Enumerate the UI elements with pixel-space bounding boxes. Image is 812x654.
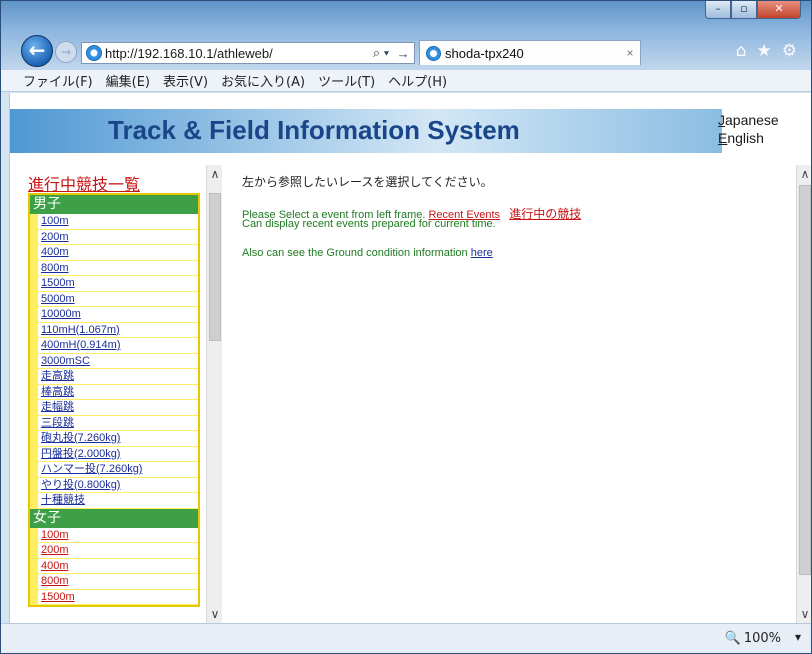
content-frame: 左から参照したいレースを選択してください。 Please Select a ev… <box>224 165 811 623</box>
tab-close-icon[interactable]: × <box>620 46 640 60</box>
maximize-button[interactable]: ▫ <box>731 1 757 19</box>
scroll-down-icon[interactable]: ∨ <box>207 607 223 621</box>
go-arrow-icon[interactable]: → <box>392 46 414 61</box>
men-event-link[interactable]: 走幅跳 <box>38 400 198 415</box>
men-event-link[interactable]: 1500m <box>38 276 198 291</box>
zoom-dropdown-icon[interactable]: ▾ <box>795 630 801 644</box>
page-viewport: Track & Field Information System Japanes… <box>9 93 811 623</box>
back-button[interactable]: ← <box>21 35 53 67</box>
tab-title: shoda-tpx240 <box>445 45 524 61</box>
men-event-link[interactable]: 十種競技 <box>38 493 198 508</box>
zoom-level[interactable]: 🔍 100% <box>725 631 781 646</box>
zoom-value: 100% <box>743 631 781 646</box>
address-url[interactable]: http://192.168.10.1/athleweb/ <box>105 46 370 61</box>
women-category-header: 女子 <box>30 508 198 528</box>
men-event-link[interactable]: 110mH(1.067m) <box>38 322 198 337</box>
menu-view[interactable]: 表示(V) <box>163 71 208 90</box>
women-event-link[interactable]: 400m <box>38 558 198 573</box>
men-event-link[interactable]: 5000m <box>38 291 198 306</box>
lang-japanese-link[interactable]: Japanese <box>718 111 779 129</box>
page-title: Track & Field Information System <box>108 115 520 145</box>
men-event-link[interactable]: 800m <box>38 260 198 275</box>
menu-favorites[interactable]: お気に入り(A) <box>221 71 305 90</box>
close-button[interactable]: ✕ <box>757 1 801 19</box>
lang-english-link[interactable]: English <box>718 129 779 147</box>
women-event-link[interactable]: 1500m <box>38 589 198 604</box>
women-event-link[interactable]: 100m <box>38 527 198 542</box>
event-list-frame: 進行中競技一覧 男子 100m 200m 400m 800m 1500m 500… <box>10 165 222 623</box>
scroll-down-icon[interactable]: ∨ <box>797 607 811 621</box>
men-event-link[interactable]: 砲丸投(7.260kg) <box>38 431 198 446</box>
browser-tools: ⌂ ★ ⚙ <box>736 41 797 61</box>
lang-english-rest: nglish <box>727 130 764 146</box>
menu-edit[interactable]: 編集(E) <box>106 71 150 90</box>
men-event-link[interactable]: 棒高跳 <box>38 384 198 399</box>
men-event-link[interactable]: 円盤投(2.000kg) <box>38 446 198 461</box>
scroll-up-icon[interactable]: ∧ <box>797 167 811 181</box>
in-progress-heading-link[interactable]: 進行中競技一覧 <box>28 171 140 195</box>
browser-tab[interactable]: shoda-tpx240 × <box>419 40 641 65</box>
select-race-prompt: 左から参照したいレースを選択してください。 <box>242 175 493 189</box>
favorites-star-icon[interactable]: ★ <box>757 41 772 61</box>
window-caption-buttons: – ▫ ✕ <box>705 1 801 19</box>
status-bar: 🔍 100% ▾ <box>1 623 811 653</box>
men-event-link[interactable]: 200m <box>38 229 198 244</box>
men-event-link[interactable]: 走高跳 <box>38 369 198 384</box>
ground-condition-text: Also can see the Ground condition inform… <box>242 247 468 259</box>
minimize-button[interactable]: – <box>705 1 731 19</box>
lang-japanese-rest: apanese <box>725 112 779 128</box>
browser-window: – ▫ ✕ ← → http://192.168.10.1/athleweb/ … <box>0 0 812 654</box>
instruction-line-3: Also can see the Ground condition inform… <box>242 247 493 259</box>
zoom-icon: 🔍 <box>724 631 741 646</box>
menu-file[interactable]: ファイル(F) <box>23 71 93 90</box>
event-list: 男子 100m 200m 400m 800m 1500m 5000m 10000… <box>28 193 200 607</box>
women-event-link[interactable]: 200m <box>38 543 198 558</box>
men-event-link[interactable]: 100m <box>38 214 198 229</box>
women-events: 100m 200m 400m 800m 1500m <box>30 527 198 604</box>
left-frame-scrollbar[interactable]: ∧ ∨ <box>206 165 222 623</box>
content-scroll-thumb[interactable] <box>799 185 811 575</box>
in-progress-events-link[interactable]: 進行中の競技 <box>509 207 581 221</box>
men-event-link[interactable]: 400mH(0.914m) <box>38 338 198 353</box>
left-scroll-thumb[interactable] <box>209 193 221 341</box>
home-icon[interactable]: ⌂ <box>736 41 747 61</box>
men-events: 100m 200m 400m 800m 1500m 5000m 10000m 1… <box>30 214 198 508</box>
language-switcher: Japanese English <box>718 111 779 147</box>
women-event-link[interactable]: 800m <box>38 574 198 589</box>
search-dropdown-icon[interactable]: ⌕ ▾ <box>370 45 392 61</box>
men-category-header: 男子 <box>30 195 198 214</box>
men-event-link[interactable]: 三段跳 <box>38 415 198 430</box>
ie-page-icon <box>86 45 102 61</box>
address-bar[interactable]: http://192.168.10.1/athleweb/ ⌕ ▾ → <box>81 42 415 64</box>
scroll-up-icon[interactable]: ∧ <box>207 167 223 181</box>
menu-help[interactable]: ヘルプ(H) <box>388 71 447 90</box>
content-frame-scrollbar[interactable]: ∧ ∨ <box>796 165 811 623</box>
men-event-link[interactable]: ハンマー投(7.260kg) <box>38 462 198 477</box>
instruction-line-2: Can display recent events prepared for c… <box>242 218 496 230</box>
forward-button[interactable]: → <box>55 41 77 63</box>
ground-condition-link[interactable]: here <box>471 247 493 259</box>
lang-japanese-initial: J <box>718 112 725 128</box>
navigation-bar: ← → http://192.168.10.1/athleweb/ ⌕ ▾ → … <box>1 29 811 69</box>
men-event-link[interactable]: 10000m <box>38 307 198 322</box>
men-event-link[interactable]: やり投(0.800kg) <box>38 477 198 492</box>
men-event-link[interactable]: 400m <box>38 245 198 260</box>
gear-icon[interactable]: ⚙ <box>782 41 797 61</box>
menu-tools[interactable]: ツール(T) <box>318 71 375 90</box>
men-event-link[interactable]: 3000mSC <box>38 353 198 368</box>
tab-ie-icon <box>426 45 441 61</box>
lang-english-initial: E <box>718 130 728 146</box>
menu-bar: ファイル(F) 編集(E) 表示(V) お気に入り(A) ツール(T) ヘルプ(… <box>1 70 811 92</box>
